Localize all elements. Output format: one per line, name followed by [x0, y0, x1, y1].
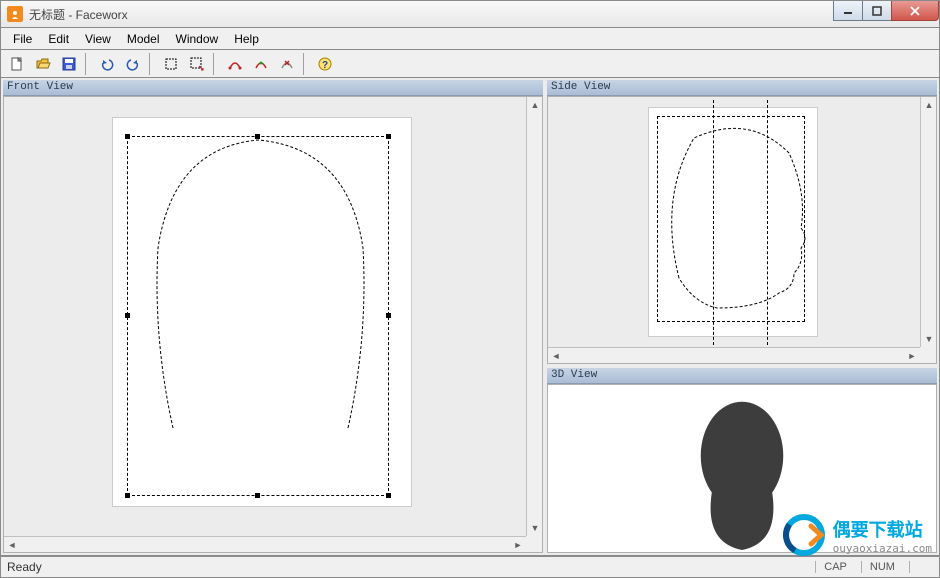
close-button[interactable] [891, 1, 939, 21]
toolbar-separator [213, 53, 219, 75]
toolbar-separator [149, 53, 155, 75]
curve-edit-button[interactable] [223, 53, 247, 75]
toolbar-separator [85, 53, 91, 75]
front-view-pane: Front View ◄► ▲▼ [3, 80, 543, 553]
menu-file[interactable]: File [5, 30, 40, 48]
side-view-canvas-area[interactable]: ◄► ▲▼ [547, 96, 937, 364]
toolbar: ? [0, 50, 940, 78]
front-canvas[interactable] [112, 117, 412, 507]
status-empty [909, 561, 929, 573]
vertical-scrollbar[interactable]: ▲▼ [526, 97, 542, 536]
side-view-pane: Side View ◄► ▲▼ [547, 80, 937, 364]
status-text: Ready [7, 560, 42, 574]
head-outline-front [113, 118, 413, 508]
rect-select-button[interactable] [159, 53, 183, 75]
svg-text:?: ? [322, 60, 328, 71]
window-controls [834, 1, 939, 21]
status-num: NUM [861, 561, 903, 573]
side-canvas[interactable] [648, 107, 818, 337]
vertical-scrollbar[interactable]: ▲▼ [920, 97, 936, 347]
menu-window[interactable]: Window [168, 30, 227, 48]
horizontal-scrollbar[interactable]: ◄► [4, 536, 526, 552]
app-icon [7, 6, 23, 22]
3d-view-pane: 3D View [547, 368, 937, 553]
pane-title: Side View [547, 80, 937, 96]
workspace: Front View ◄► ▲▼ Side View [0, 78, 940, 556]
minimize-button[interactable] [833, 1, 863, 21]
scroll-corner [920, 347, 936, 363]
curve-add-button[interactable] [249, 53, 273, 75]
new-button[interactable] [5, 53, 29, 75]
toolbar-separator [303, 53, 309, 75]
head-outline-side [649, 108, 819, 338]
menu-view[interactable]: View [77, 30, 119, 48]
menu-edit[interactable]: Edit [40, 30, 77, 48]
window-title: 无标题 - Faceworx [29, 6, 128, 23]
save-button[interactable] [57, 53, 81, 75]
scroll-corner [526, 536, 542, 552]
help-button[interactable]: ? [313, 53, 337, 75]
head-3d-silhouette [548, 385, 936, 552]
menu-help[interactable]: Help [226, 30, 267, 48]
open-button[interactable] [31, 53, 55, 75]
curve-remove-button[interactable] [275, 53, 299, 75]
status-cap: CAP [815, 561, 855, 573]
undo-button[interactable] [95, 53, 119, 75]
horizontal-scrollbar[interactable]: ◄► [548, 347, 920, 363]
redo-button[interactable] [121, 53, 145, 75]
pane-title: Front View [3, 80, 543, 96]
status-bar: Ready CAP NUM [0, 556, 940, 578]
menu-model[interactable]: Model [119, 30, 168, 48]
title-bar: 无标题 - Faceworx [0, 0, 940, 28]
3d-view-canvas-area[interactable] [547, 384, 937, 553]
move-points-button[interactable] [185, 53, 209, 75]
menu-bar: File Edit View Model Window Help [0, 28, 940, 50]
front-view-canvas-area[interactable]: ◄► ▲▼ [3, 96, 543, 553]
pane-title: 3D View [547, 368, 937, 384]
maximize-button[interactable] [862, 1, 892, 21]
